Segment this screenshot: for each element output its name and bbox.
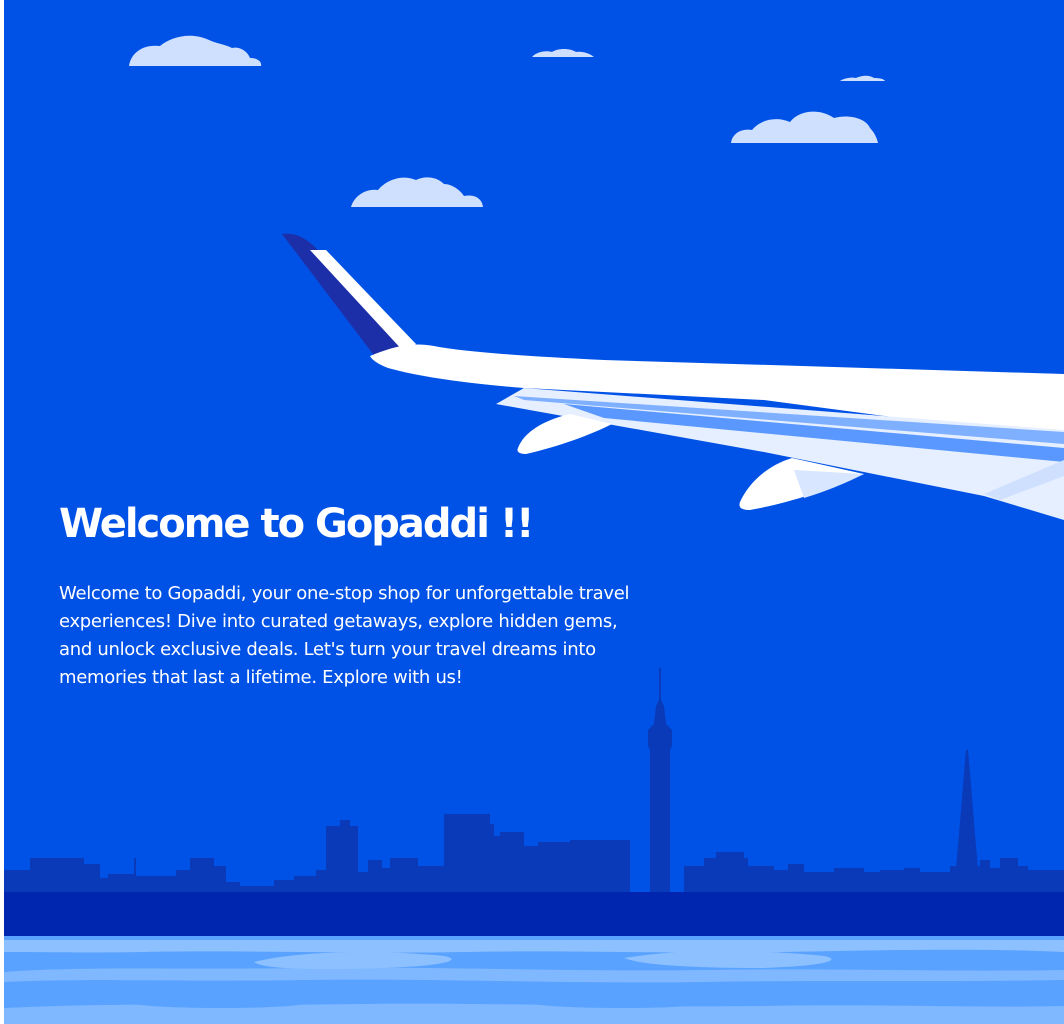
cloud-icon (532, 49, 594, 57)
water (4, 936, 1064, 1024)
welcome-description: Welcome to Gopaddi, your one-stop shop f… (59, 583, 630, 688)
cloud-icon (731, 111, 878, 143)
city-skyline (4, 668, 1064, 940)
airplane-wing (282, 233, 1064, 520)
cloud-icon (840, 75, 885, 81)
welcome-page: Welcome to Gopaddi !! Welcome to Gopaddi… (4, 0, 1064, 1024)
cloud-icon (129, 35, 262, 66)
cloud-icon (351, 177, 483, 207)
clouds (129, 35, 885, 207)
page-title: Welcome to Gopaddi !! (59, 501, 534, 547)
